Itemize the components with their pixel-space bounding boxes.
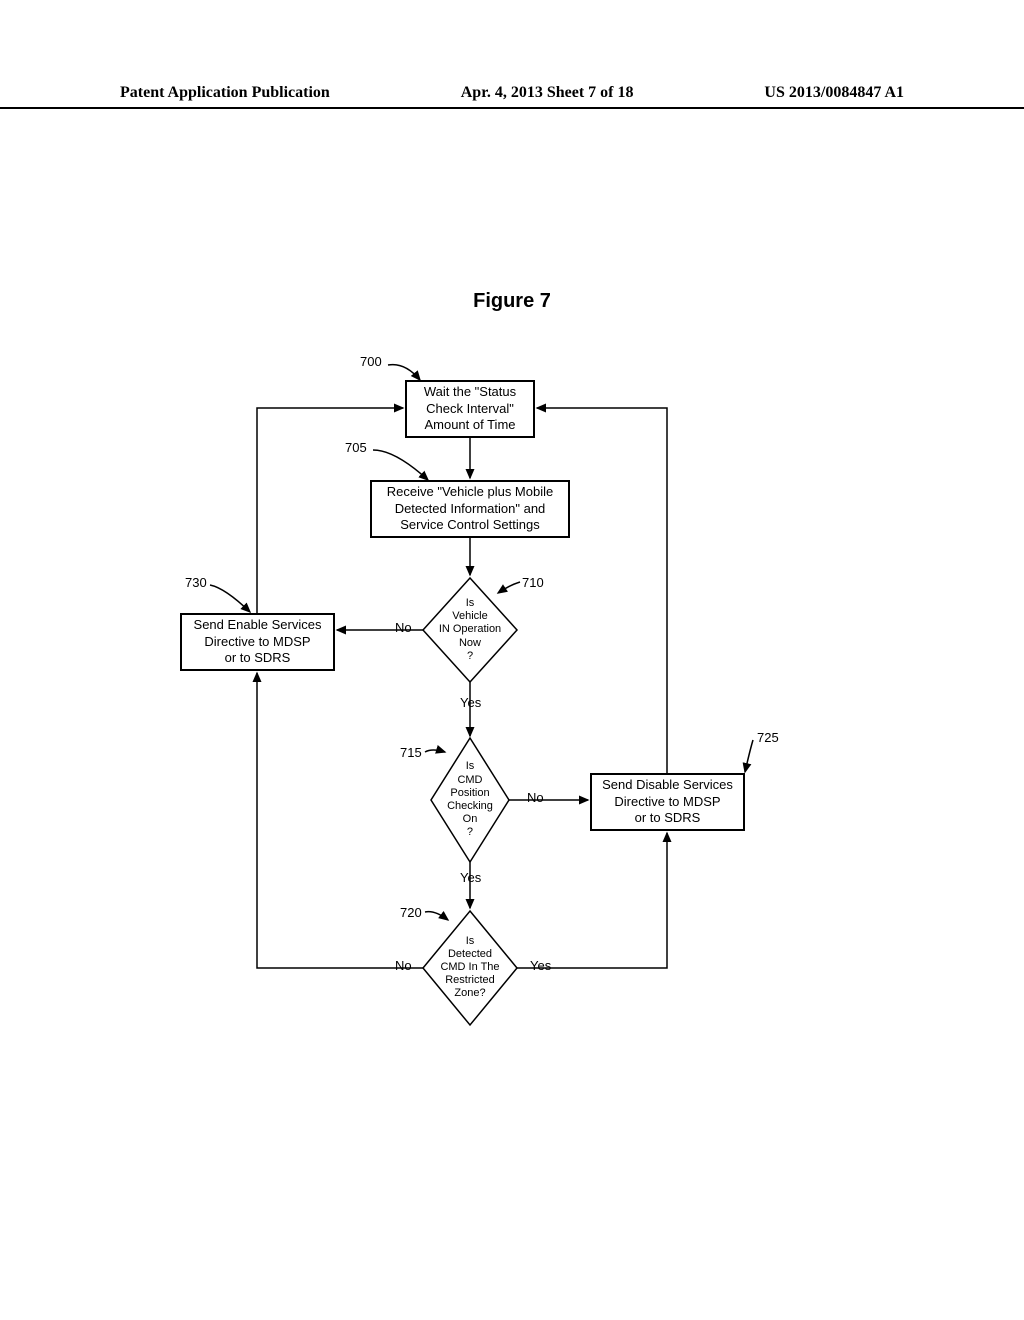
diamond-vehicle-op: Is Vehicle IN Operation Now ?	[420, 590, 520, 670]
figure-title: Figure 7	[473, 290, 551, 313]
label-yes-720: Yes	[530, 958, 551, 973]
diamond-restricted-zone: Is Detected CMD In The Restricted Zone?	[420, 925, 520, 1010]
flowchart: Wait the "Status Check Interval" Amount …	[0, 350, 1024, 1050]
label-no-710: No	[395, 620, 412, 635]
ref-705: 705	[345, 440, 367, 455]
box-wait-status: Wait the "Status Check Interval" Amount …	[405, 380, 535, 438]
box-receive-info: Receive "Vehicle plus Mobile Detected In…	[370, 480, 570, 538]
ref-725: 725	[757, 730, 779, 745]
ref-700: 700	[360, 354, 382, 369]
ref-710: 710	[522, 575, 544, 590]
label-no-720: No	[395, 958, 412, 973]
ref-715: 715	[400, 745, 422, 760]
label-yes-715: Yes	[460, 870, 481, 885]
patent-header: Patent Application Publication Apr. 4, 2…	[0, 84, 1024, 109]
box-send-disable: Send Disable Services Directive to MDSP …	[590, 773, 745, 831]
ref-720: 720	[400, 905, 422, 920]
header-right: US 2013/0084847 A1	[764, 84, 904, 102]
header-left: Patent Application Publication	[120, 84, 330, 102]
ref-730: 730	[185, 575, 207, 590]
label-yes-710: Yes	[460, 695, 481, 710]
label-no-715: No	[527, 790, 544, 805]
box-send-enable: Send Enable Services Directive to MDSP o…	[180, 613, 335, 671]
header-center: Apr. 4, 2013 Sheet 7 of 18	[461, 84, 634, 102]
diamond-cmd-checking: Is CMD Position Checking On ?	[428, 750, 512, 850]
